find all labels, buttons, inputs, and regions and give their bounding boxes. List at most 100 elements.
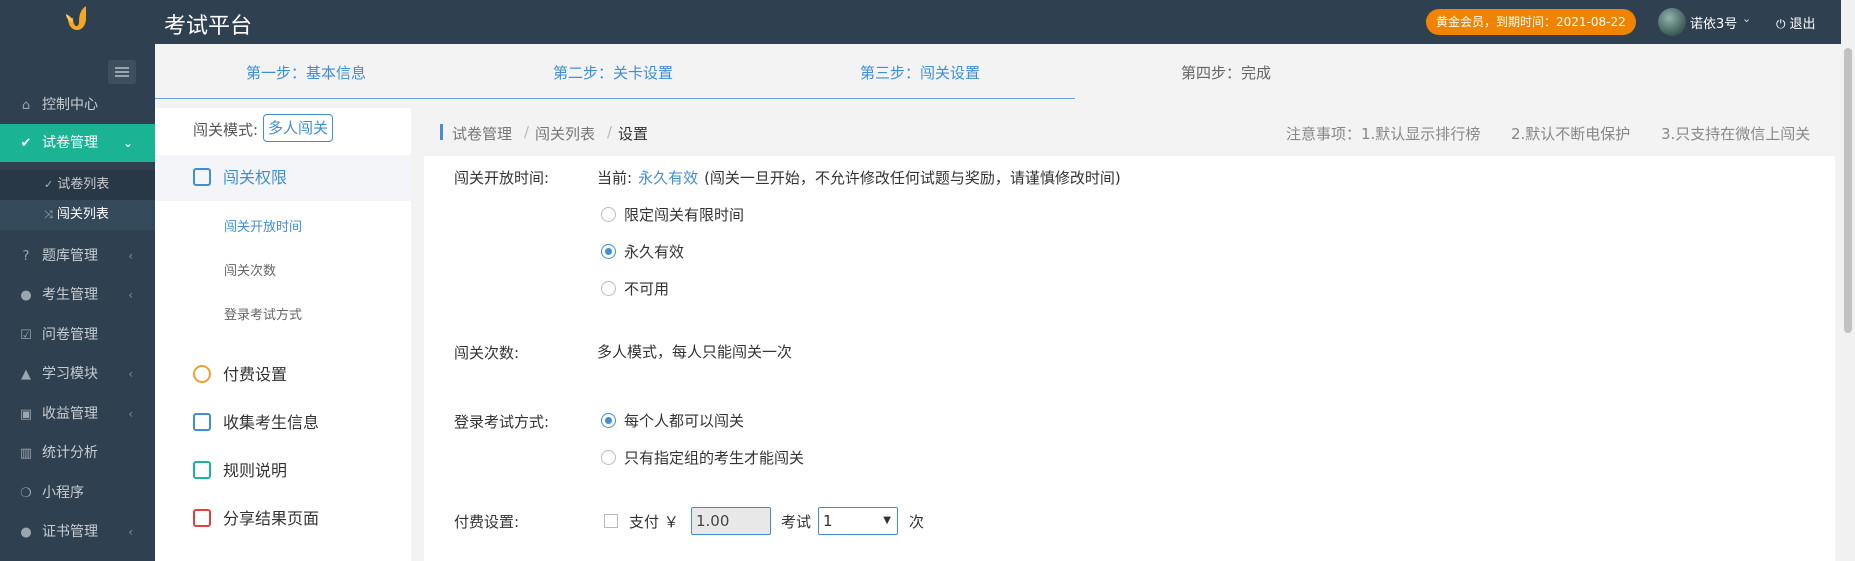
side-sub-open-time[interactable]: 闯关开放时间 [224,216,302,235]
nav-item-label: 学习模块 [42,366,98,382]
step-4[interactable]: 第四步：完成 [1181,62,1271,83]
side-group-rules[interactable]: 规则说明 [155,448,411,494]
bar-chart-icon: ▥ [19,446,33,461]
radio-permanent[interactable]: 永久有效 [601,241,684,262]
chevron-left-icon: ‹ [128,288,133,302]
radio-limited-time[interactable]: 限定闯关有限时间 [601,204,744,225]
pay-amount-input[interactable]: 1.00 [691,507,771,535]
side-group-collect-info[interactable]: 收集考生信息 [155,400,411,446]
radio-circle[interactable] [601,281,616,296]
breadcrumb-marker [440,124,443,140]
breadcrumb: 试卷管理 / 闯关列表 / 设置 注意事项：1.默认显示排行榜 2.默认不断电保… [424,108,1835,156]
nav-item-paper-management[interactable]: ✔ 试卷管理 ⌄ [0,124,163,162]
pay-text: 支付 ￥ [629,513,679,531]
power-icon: ⏻ [1776,17,1786,31]
chevron-left-icon: ‹ [128,249,133,263]
nav-item-certificate[interactable]: ● 证书管理 ‹ [0,513,155,551]
vertical-scrollbar[interactable] [1841,0,1855,561]
vip-badge[interactable]: 黄金会员，到期时间：2021-08-22 [1426,9,1636,35]
step-2[interactable]: 第二步：关卡设置 [553,62,673,83]
times-value: 多人模式，每人只能闯关一次 [597,343,793,361]
logout-label: 退出 [1789,17,1816,32]
breadcrumb-item[interactable]: 闯关列表 [535,123,595,144]
nav-item-label: 题库管理 [42,248,98,264]
wechat-icon: ❍ [20,486,32,501]
radio-circle[interactable] [601,207,616,222]
radio-circle[interactable] [601,413,616,428]
breadcrumb-current: 设置 [618,125,649,143]
document-icon [193,461,211,479]
side-group-label: 付费设置 [223,365,288,384]
nav-item-learning[interactable]: ▲ 学习模块 ‹ [0,355,155,393]
times-label: 闯关次数: [454,344,520,362]
content-panel: 试卷管理 / 闯关列表 / 设置 注意事项：1.默认显示排行榜 2.默认不断电保… [424,108,1835,561]
settings-sidebar: 闯关模式: 多人闯关 闯关权限 闯关开放时间 闯关次数 登录考试方式 付费设置 … [155,108,411,561]
nav-item-survey[interactable]: ☑ 问卷管理 [0,316,155,354]
menu-toggle-icon[interactable] [108,60,136,84]
username[interactable]: 诺依3号 [1690,13,1737,32]
step-bar: 第一步：基本信息 第二步：关卡设置 第三步：闯关设置 第四步：完成 [155,44,1835,100]
chevron-down-icon[interactable]: ⌄ [1742,12,1751,25]
user-icon: ● [20,288,32,303]
radio-label: 永久有效 [624,243,685,261]
note-3: 3.只支持在微信上闯关 [1661,125,1811,143]
nav-item-label: 证书管理 [42,524,98,540]
chevron-down-icon: ⌄ [122,136,133,150]
side-sub-times[interactable]: 闯关次数 [224,260,276,279]
nav-item-control-center[interactable]: ⌂ 控制中心 [0,86,155,124]
step-1[interactable]: 第一步：基本信息 [246,62,366,83]
logo-icon [66,6,86,30]
radio-group-only[interactable]: 只有指定组的考生才能闯关 [601,447,804,468]
nav-item-examinee[interactable]: ● 考生管理 ‹ [0,276,155,314]
radio-label: 不可用 [624,280,670,298]
side-sub-login[interactable]: 登录考试方式 [224,304,302,323]
side-group-label: 收集考生信息 [223,413,320,432]
breadcrumb-item[interactable]: 试卷管理 [452,123,512,144]
sub-item-label: 试卷列表 [57,177,110,192]
current-hint: (闯关一旦开始，不允许修改任何试题与奖励，请谨慎修改时间) [704,169,1121,187]
top-header: 考试平台 黄金会员，到期时间：2021-08-22 诺依3号 ⌄ ⏻ 退出 [0,0,1855,44]
breadcrumb-separator: / [607,123,613,141]
step-3[interactable]: 第三步：闯关设置 [860,62,980,83]
radio-circle[interactable] [601,244,616,259]
money-bag-icon [193,365,211,383]
sub-item-paper-list[interactable]: ✓ 试卷列表 [0,170,155,200]
logo[interactable] [0,0,155,44]
pay-checkbox[interactable] [604,514,618,528]
nav-item-mini-program[interactable]: ❍ 小程序 [0,474,155,512]
login-label: 登录考试方式: [454,413,550,431]
sub-item-challenge-list[interactable]: ⤨ 闯关列表 [0,200,155,230]
user-card-icon [193,413,211,431]
scrollbar-thumb[interactable] [1844,48,1852,333]
mode-tag: 多人闯关 [263,114,334,142]
logout-button[interactable]: ⏻ 退出 [1776,13,1816,32]
graduation-cap-icon: ▲ [21,367,31,382]
side-group-label: 分享结果页面 [223,509,320,528]
nav-item-label: 问卷管理 [42,327,98,343]
nav-item-question-bank[interactable]: ? 题库管理 ‹ [0,237,155,275]
dropdown-arrow-icon: ▼ [883,515,891,526]
check-circle-icon: ✓ [44,178,54,191]
radio-unavailable[interactable]: 不可用 [601,278,669,299]
exam-count-select[interactable]: 1 ▼ [818,507,898,535]
side-group-permission[interactable]: 闯关权限 [155,155,411,201]
side-group-share[interactable]: 分享结果页面 [155,496,411,542]
nav-item-revenue[interactable]: ▣ 收益管理 ‹ [0,395,155,433]
step-progress [155,98,1075,99]
radio-circle[interactable] [601,450,616,465]
nav-item-statistics[interactable]: ▥ 统计分析 [0,434,155,472]
nav-item-label: 考生管理 [42,287,98,303]
exam-text: 考试 [781,513,812,531]
current-prefix: 当前: [597,169,633,187]
note-2: 2.默认不断电保护 [1511,125,1631,143]
check-circle-icon: ✔ [20,136,32,151]
avatar[interactable] [1658,8,1686,36]
radio-label: 只有指定组的考生才能闯关 [624,449,805,467]
mode-label: 闯关模式: [193,121,259,139]
side-group-payment[interactable]: 付费设置 [155,352,411,398]
nav-item-label: 控制中心 [42,97,98,113]
radio-everyone[interactable]: 每个人都可以闯关 [601,410,744,431]
breadcrumb-separator: / [524,123,530,141]
question-icon: ? [22,249,30,264]
sub-item-label: 闯关列表 [56,207,109,222]
